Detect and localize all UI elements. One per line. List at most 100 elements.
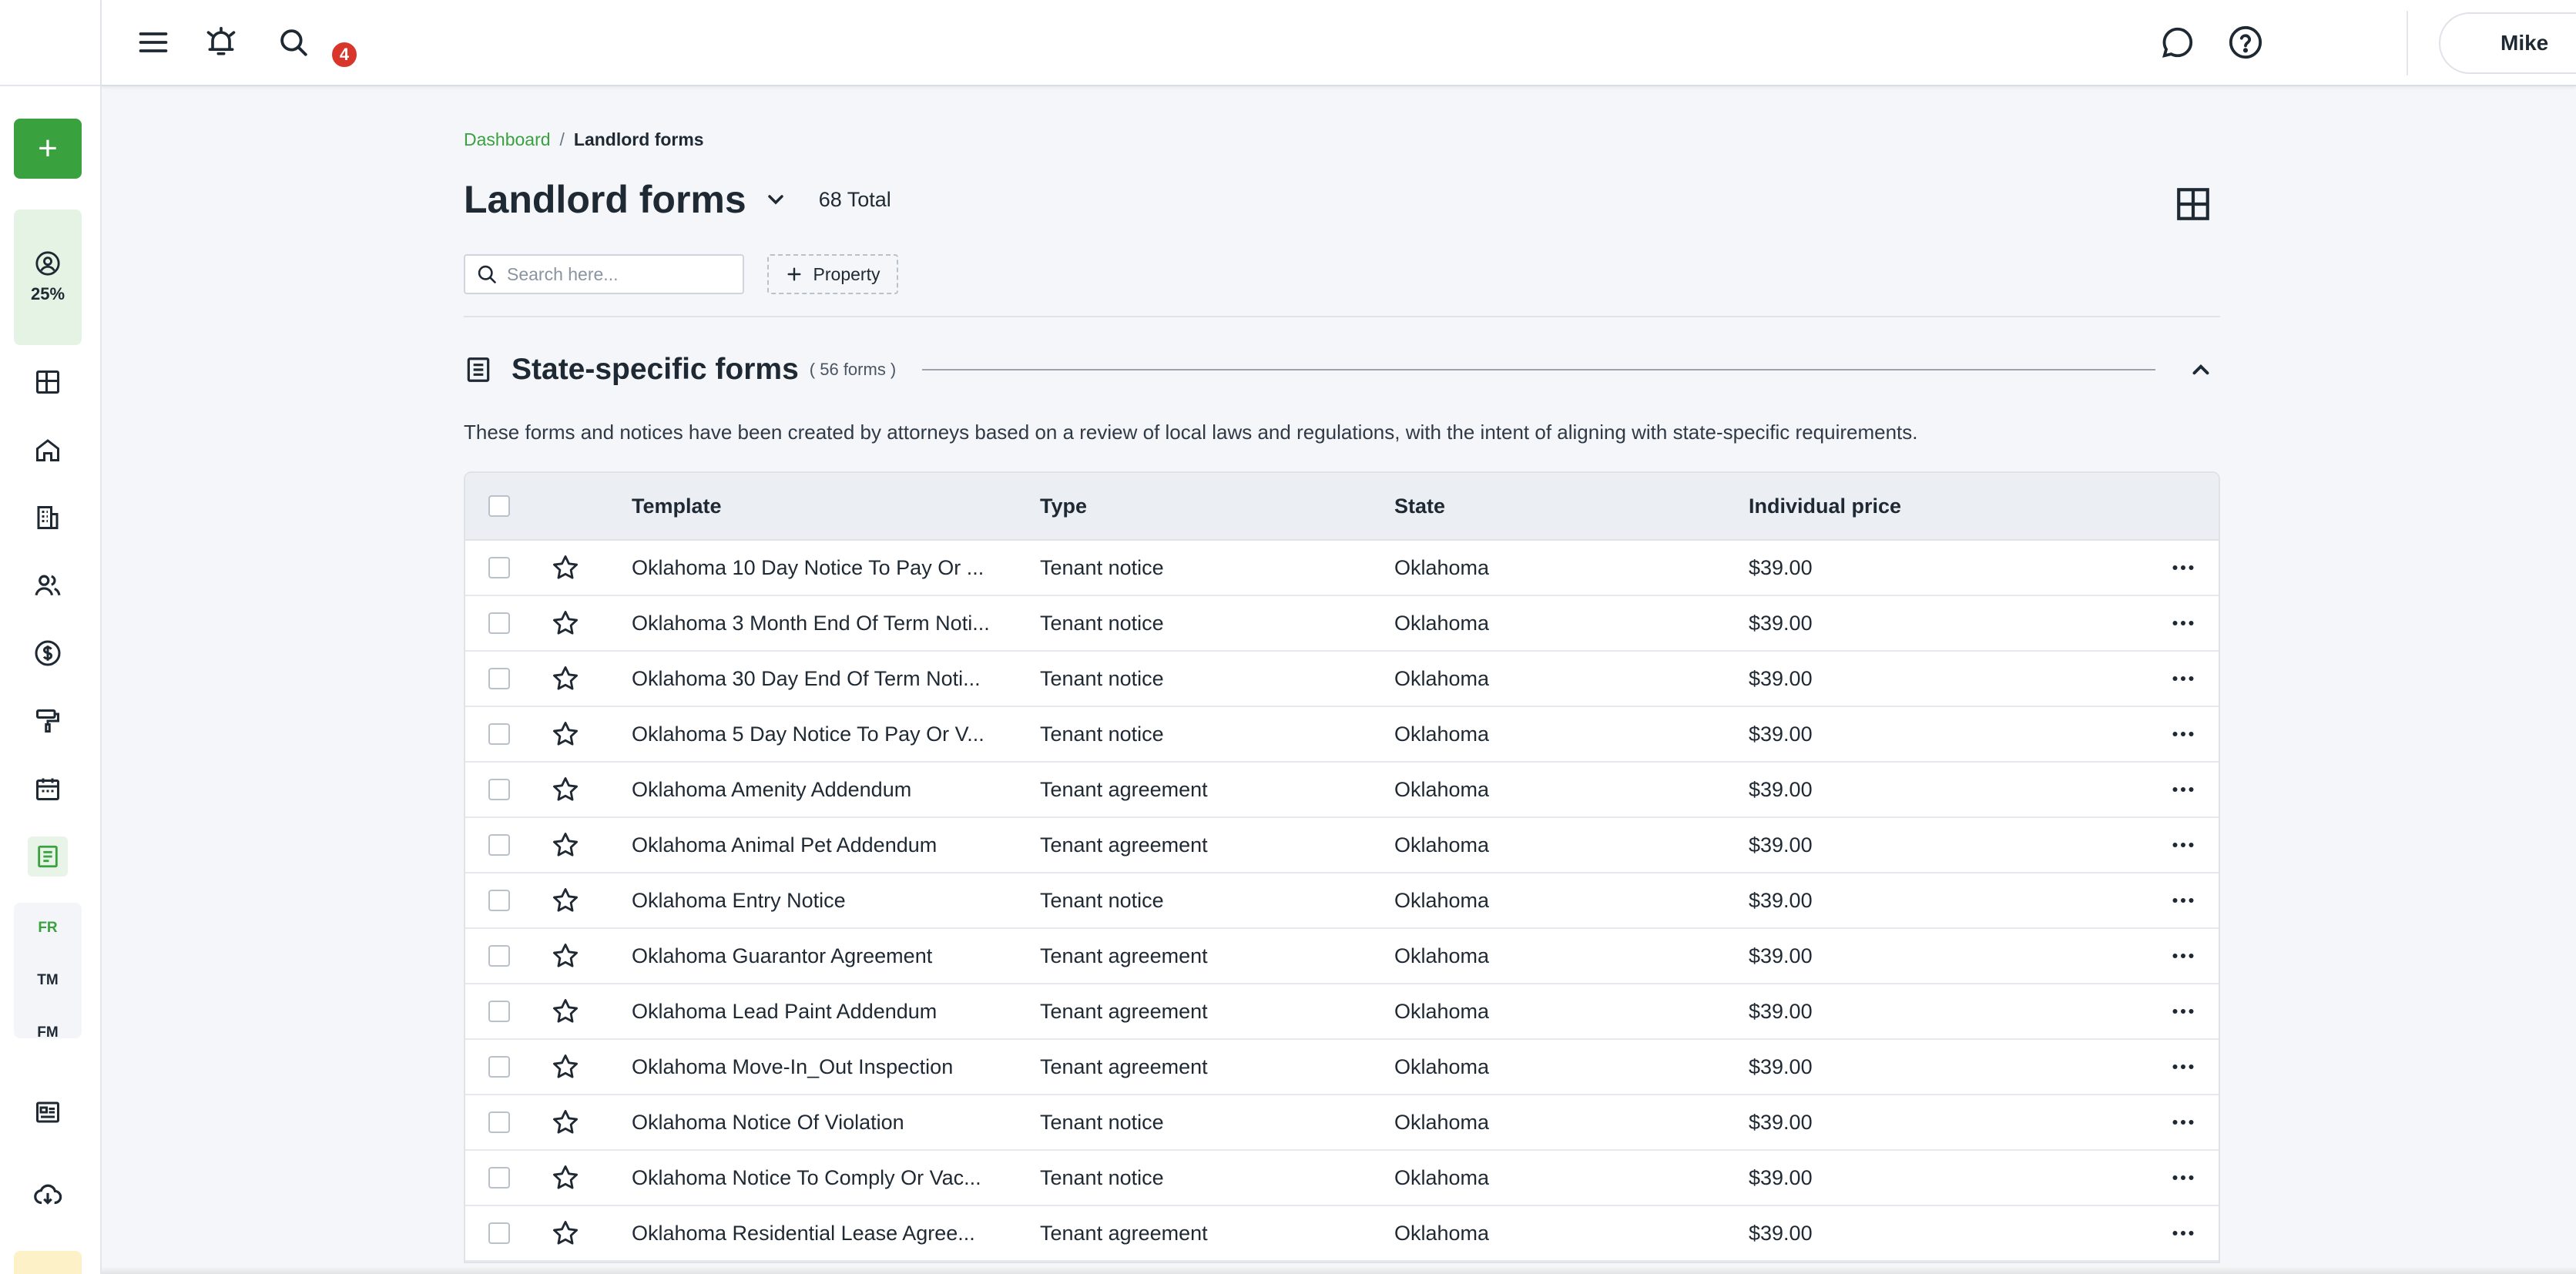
row-checkbox[interactable] <box>488 668 510 689</box>
row-actions-button[interactable] <box>2168 608 2199 639</box>
table-row[interactable]: Oklahoma Animal Pet Addendum Tenant agree… <box>465 818 2219 873</box>
row-checkbox[interactable] <box>488 834 510 856</box>
sidebar-item-leases[interactable] <box>28 498 68 538</box>
table-row[interactable]: Oklahoma 30 Day End Of Term Noti... Tenan… <box>465 652 2219 707</box>
table-row[interactable]: Oklahoma Entry Notice Tenant notice Oklaho… <box>465 873 2219 929</box>
search-button[interactable] <box>273 22 314 63</box>
template-name[interactable]: Oklahoma 5 Day Notice To Pay Or V... <box>632 722 984 746</box>
row-checkbox[interactable] <box>488 1167 510 1189</box>
favorite-button[interactable] <box>550 719 581 749</box>
column-header-template[interactable]: Template <box>632 495 722 518</box>
language-tm[interactable]: TM <box>0 972 96 989</box>
template-name[interactable]: Oklahoma Notice To Comply Or Vac... <box>632 1166 981 1190</box>
sidebar-item-calendar[interactable] <box>28 769 68 809</box>
favorite-button[interactable] <box>550 774 581 805</box>
language-fr[interactable]: FR <box>0 920 96 937</box>
table-row[interactable]: Oklahoma Guarantor Agreement Tenant agree… <box>465 929 2219 984</box>
row-checkbox[interactable] <box>488 1222 510 1244</box>
column-header-price[interactable]: Individual price <box>1749 495 1901 518</box>
favorite-button[interactable] <box>550 663 581 694</box>
row-actions-button[interactable] <box>2168 1218 2199 1249</box>
sidebar-item-downloads[interactable] <box>28 1175 68 1215</box>
row-checkbox[interactable] <box>488 945 510 967</box>
sidebar-item-people[interactable] <box>28 565 68 605</box>
row-checkbox[interactable] <box>488 1001 510 1022</box>
sidebar-item-accounting[interactable] <box>28 633 68 673</box>
template-name[interactable]: Oklahoma 30 Day End Of Term Noti... <box>632 667 981 691</box>
favorite-button[interactable] <box>550 1107 581 1138</box>
template-name[interactable]: Oklahoma Notice Of Violation <box>632 1111 904 1135</box>
row-actions-button[interactable] <box>2168 1051 2199 1082</box>
template-name[interactable]: Oklahoma 3 Month End Of Term Noti... <box>632 612 990 635</box>
sidebar-item-maintenance[interactable] <box>28 701 68 741</box>
table-row[interactable]: Oklahoma Notice Of Violation Tenant notic… <box>465 1095 2219 1151</box>
sidebar-item-dashboard[interactable] <box>28 362 68 402</box>
notifications-button[interactable] <box>200 22 242 63</box>
row-checkbox[interactable] <box>488 779 510 800</box>
row-actions-button[interactable] <box>2168 830 2199 860</box>
favorite-button[interactable] <box>550 1218 581 1249</box>
language-fm[interactable]: FM <box>0 1024 96 1041</box>
favorite-button[interactable] <box>550 885 581 916</box>
template-name[interactable]: Oklahoma Amenity Addendum <box>632 778 911 802</box>
section-title: State-specific forms <box>512 353 799 386</box>
template-name[interactable]: Oklahoma Entry Notice <box>632 889 846 913</box>
user-menu[interactable]: Mike <box>2439 12 2576 74</box>
table-row[interactable]: Oklahoma Lead Paint Addendum Tenant agree… <box>465 984 2219 1040</box>
promo-chip[interactable] <box>14 1251 82 1274</box>
favorite-button[interactable] <box>550 1051 581 1082</box>
row-actions-button[interactable] <box>2168 719 2199 749</box>
property-filter-button[interactable]: Property <box>767 254 898 294</box>
column-header-type[interactable]: Type <box>1040 495 1087 518</box>
row-checkbox[interactable] <box>488 1111 510 1133</box>
favorite-button[interactable] <box>550 608 581 639</box>
sidebar-item-reports[interactable] <box>28 1092 68 1132</box>
title-dropdown-button[interactable] <box>763 187 788 212</box>
search-input[interactable] <box>507 263 730 285</box>
select-all-checkbox[interactable] <box>488 495 510 517</box>
row-actions-button[interactable] <box>2168 774 2199 805</box>
add-new-button[interactable]: + <box>14 119 82 179</box>
chat-button[interactable] <box>2157 22 2199 63</box>
favorite-button[interactable] <box>550 996 581 1027</box>
favorite-button[interactable] <box>550 940 581 971</box>
favorite-button[interactable] <box>550 1162 581 1193</box>
table-row[interactable]: Oklahoma Residential Lease Agree... Tenan… <box>465 1206 2219 1262</box>
help-button[interactable] <box>2225 22 2266 63</box>
sidebar-item-forms[interactable] <box>28 836 68 877</box>
template-name[interactable]: Oklahoma Animal Pet Addendum <box>632 833 937 857</box>
row-actions-button[interactable] <box>2168 1162 2199 1193</box>
sidebar-item-properties[interactable] <box>28 430 68 470</box>
row-actions-button[interactable] <box>2168 1107 2199 1138</box>
table-row[interactable]: Oklahoma Amenity Addendum Tenant agreemen… <box>465 763 2219 818</box>
table-row[interactable]: Oklahoma Notice To Comply Or Vac... Tenan… <box>465 1151 2219 1206</box>
template-name[interactable]: Oklahoma Residential Lease Agree... <box>632 1222 975 1246</box>
breadcrumb-dashboard-link[interactable]: Dashboard <box>464 129 551 150</box>
table-row[interactable]: Oklahoma 3 Month End Of Term Noti... Tena… <box>465 596 2219 652</box>
template-name[interactable]: Oklahoma 10 Day Notice To Pay Or ... <box>632 556 984 580</box>
favorite-button[interactable] <box>550 552 581 583</box>
table-row[interactable]: Oklahoma 5 Day Notice To Pay Or V... Tena… <box>465 707 2219 763</box>
row-checkbox[interactable] <box>488 612 510 634</box>
table-row[interactable]: Oklahoma Move-In_Out Inspection Tenant ag… <box>465 1040 2219 1095</box>
onboarding-progress[interactable]: 25% <box>14 210 82 345</box>
template-name[interactable]: Oklahoma Lead Paint Addendum <box>632 1000 937 1024</box>
grid-view-toggle[interactable] <box>2174 185 2212 223</box>
row-checkbox[interactable] <box>488 890 510 911</box>
row-checkbox[interactable] <box>488 723 510 745</box>
table-row[interactable]: Oklahoma 10 Day Notice To Pay Or ... Tena… <box>465 541 2219 596</box>
template-name[interactable]: Oklahoma Move-In_Out Inspection <box>632 1055 953 1079</box>
search-field[interactable] <box>464 254 744 294</box>
favorite-button[interactable] <box>550 830 581 860</box>
menu-button[interactable] <box>132 22 174 63</box>
row-checkbox[interactable] <box>488 557 510 578</box>
row-actions-button[interactable] <box>2168 996 2199 1027</box>
collapse-section-button[interactable] <box>2183 352 2219 387</box>
row-actions-button[interactable] <box>2168 552 2199 583</box>
column-header-state[interactable]: State <box>1394 495 1445 518</box>
template-name[interactable]: Oklahoma Guarantor Agreement <box>632 944 932 968</box>
row-actions-button[interactable] <box>2168 663 2199 694</box>
row-checkbox[interactable] <box>488 1056 510 1078</box>
row-actions-button[interactable] <box>2168 940 2199 971</box>
row-actions-button[interactable] <box>2168 885 2199 916</box>
